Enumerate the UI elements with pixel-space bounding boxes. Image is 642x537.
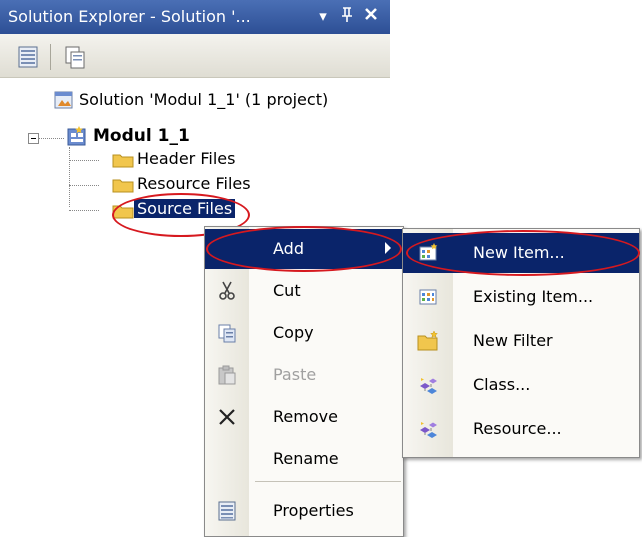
menu-item-remove[interactable]: Remove [205, 397, 403, 437]
copy-icon [216, 322, 238, 344]
window-title: Solution Explorer - Solution '... [8, 7, 251, 26]
menu-item-label: Copy [273, 323, 314, 342]
menu-separator [255, 481, 401, 482]
menu-item-label: Paste [273, 365, 317, 384]
close-icon[interactable] [362, 6, 380, 26]
menu-item-cut[interactable]: Cut [205, 271, 403, 311]
solution-icon [54, 90, 74, 110]
menu-item-label: Resource... [473, 419, 562, 438]
existing-item-icon [417, 286, 439, 308]
toolbar [0, 34, 390, 78]
title-bar[interactable]: Solution Explorer - Solution '... ▾ [0, 0, 390, 34]
collapse-icon[interactable] [28, 133, 39, 144]
menu-item-label: New Filter [473, 331, 553, 350]
properties-icon [216, 500, 238, 522]
menu-item-rename[interactable]: Rename [205, 439, 403, 479]
new-filter-icon [417, 330, 439, 352]
scissors-icon [216, 280, 238, 302]
toolbar-separator [50, 44, 51, 70]
class-icon [417, 374, 439, 396]
menu-item-label: Properties [273, 501, 354, 520]
tree-connector [69, 147, 70, 207]
menu-item-class[interactable]: Class... [403, 365, 639, 405]
properties-icon[interactable] [16, 44, 42, 70]
pin-icon[interactable] [338, 6, 356, 26]
folder-resource-files[interactable]: Resource Files [137, 174, 251, 193]
resource-icon [417, 418, 439, 440]
menu-item-label: Existing Item... [473, 287, 594, 306]
dropdown-icon[interactable]: ▾ [314, 6, 332, 26]
menu-item-resource[interactable]: Resource... [403, 409, 639, 449]
menu-item-label: Rename [273, 449, 339, 468]
menu-item-label: Cut [273, 281, 301, 300]
project-icon [66, 125, 88, 147]
tree-connector [39, 138, 64, 139]
folder-header-files[interactable]: Header Files [137, 149, 235, 168]
show-all-files-icon[interactable] [62, 44, 88, 70]
paste-icon [216, 364, 238, 386]
folder-icon [112, 178, 134, 193]
menu-item-new-filter[interactable]: New Filter [403, 321, 639, 361]
folder-icon [112, 153, 134, 168]
tree-connector [69, 210, 99, 211]
project-node[interactable]: Modul 1_1 [93, 126, 190, 146]
tree-connector [69, 185, 99, 186]
menu-item-paste[interactable]: Paste [205, 355, 403, 395]
menu-item-existing-item[interactable]: Existing Item... [403, 277, 639, 317]
context-menu: Add Cut Copy Paste Remove Rename Propert… [204, 226, 404, 537]
menu-item-properties[interactable]: Properties [205, 491, 403, 531]
menu-item-label: Class... [473, 375, 531, 394]
remove-icon [216, 406, 238, 428]
annotation-ellipse [206, 226, 402, 272]
menu-item-copy[interactable]: Copy [205, 313, 403, 353]
solution-node[interactable]: Solution 'Modul 1_1' (1 project) [79, 90, 328, 109]
annotation-ellipse [406, 230, 640, 276]
tree-connector [69, 160, 99, 161]
menu-item-label: Remove [273, 407, 338, 426]
